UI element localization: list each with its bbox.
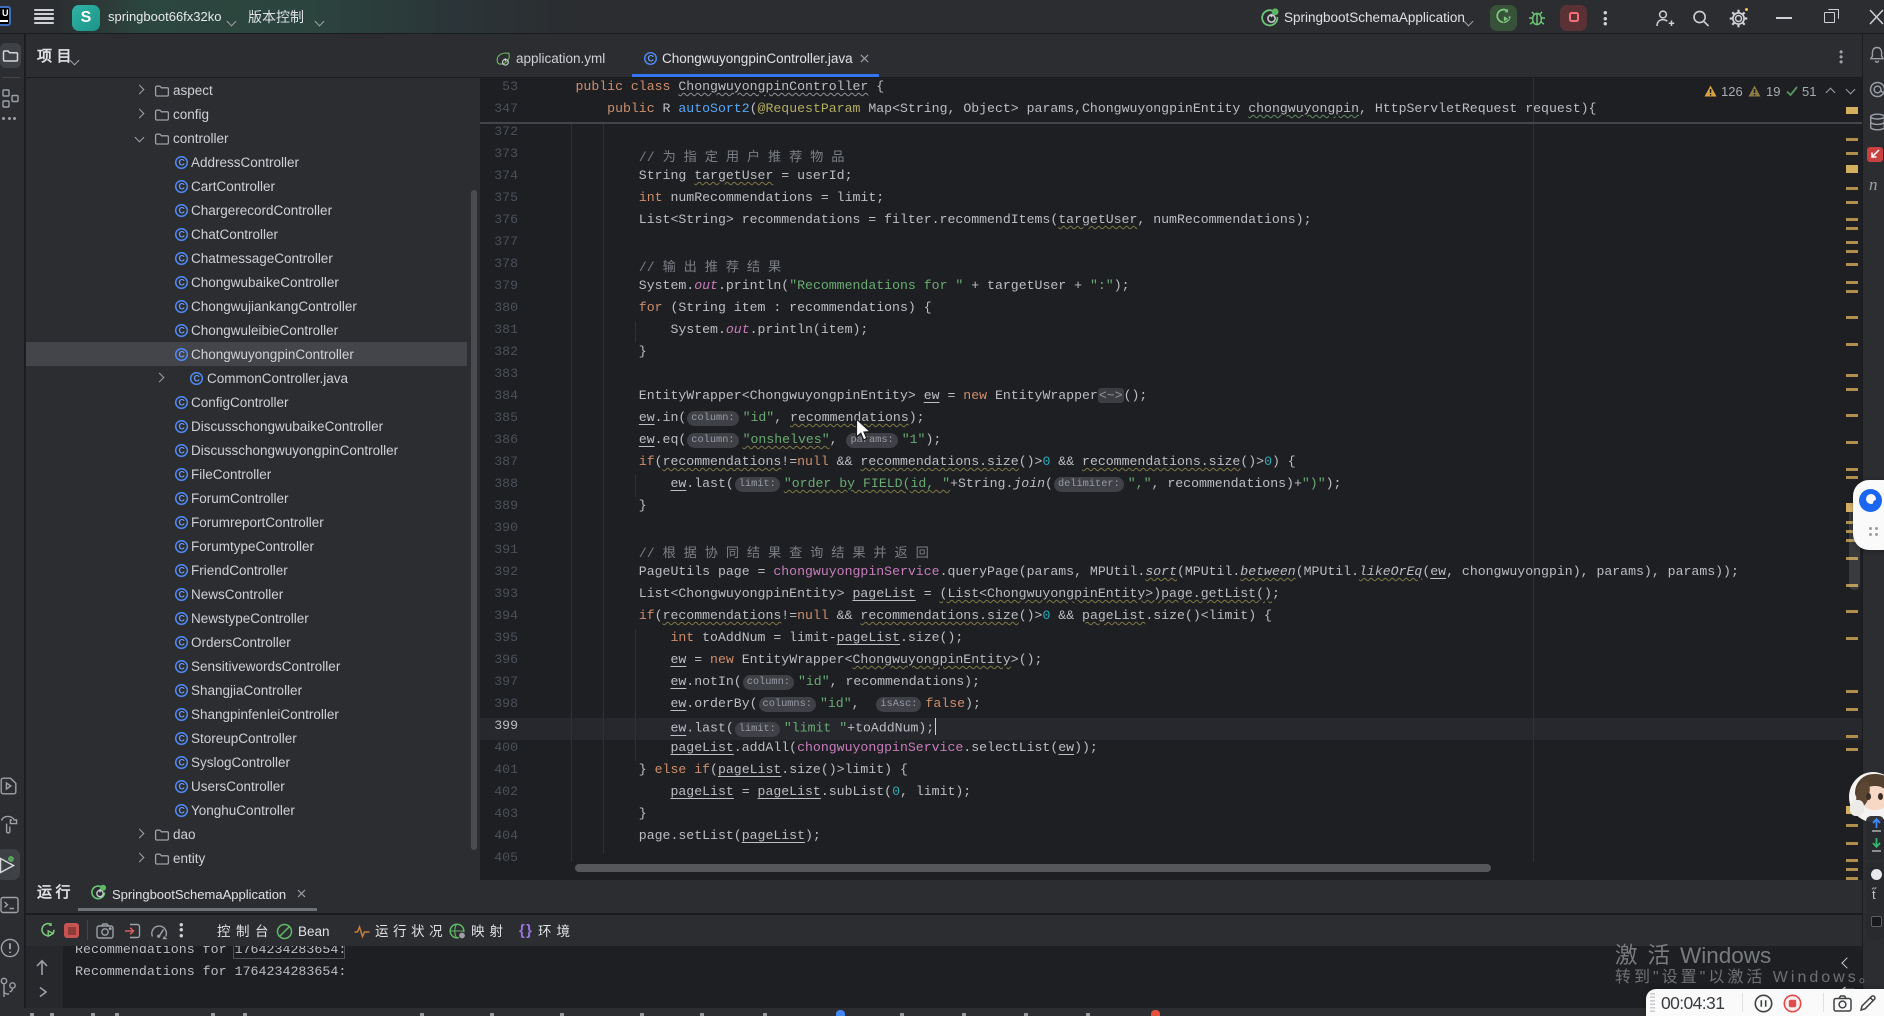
svg-text:C: C xyxy=(178,398,185,408)
svg-text:C: C xyxy=(178,422,185,432)
svg-text:C: C xyxy=(178,182,185,192)
svg-text:C: C xyxy=(178,518,185,528)
svg-text:C: C xyxy=(178,494,185,504)
svg-text:C: C xyxy=(178,758,185,768)
svg-text:C: C xyxy=(178,542,185,552)
svg-text:C: C xyxy=(178,206,185,216)
svg-text:C: C xyxy=(178,254,185,264)
svg-text:C: C xyxy=(178,638,185,648)
svg-text:C: C xyxy=(178,446,185,456)
svg-text:C: C xyxy=(178,326,185,336)
svg-text:C: C xyxy=(178,230,185,240)
svg-text:C: C xyxy=(178,614,185,624)
svg-text:C: C xyxy=(178,278,185,288)
svg-text:C: C xyxy=(178,350,185,360)
svg-text:C: C xyxy=(178,662,185,672)
svg-text:C: C xyxy=(178,158,185,168)
svg-text:C: C xyxy=(178,566,185,576)
svg-text:C: C xyxy=(647,54,654,64)
svg-text:C: C xyxy=(178,734,185,744)
svg-text:C: C xyxy=(178,686,185,696)
svg-text:C: C xyxy=(178,782,185,792)
svg-text:C: C xyxy=(178,590,185,600)
svg-text:C: C xyxy=(178,710,185,720)
svg-text:C: C xyxy=(178,470,185,480)
svg-text:C: C xyxy=(178,302,185,312)
svg-text:C: C xyxy=(193,374,200,384)
svg-text:C: C xyxy=(178,806,185,816)
